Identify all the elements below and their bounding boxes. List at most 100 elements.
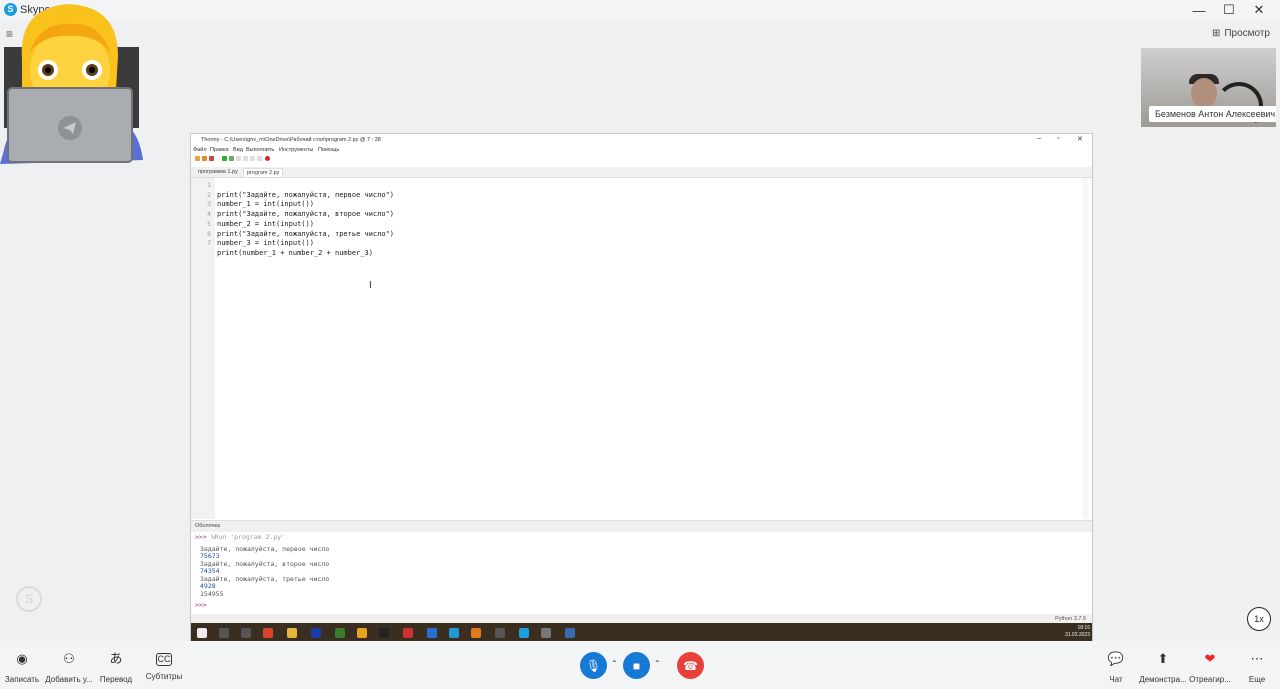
microphone-icon: 🎙 <box>585 658 602 673</box>
stop-icon <box>265 156 271 161</box>
folder-icon <box>287 628 297 638</box>
start-icon <box>197 628 207 638</box>
menu-tools: Инструменты <box>279 147 314 153</box>
resume-icon <box>256 156 262 161</box>
playback-speed[interactable]: 1x <box>1247 607 1271 631</box>
shell-final-prompt: >>> <box>195 601 207 609</box>
code-editor: 1234567 print("Задайте, пожалуйста, перв… <box>191 178 1092 519</box>
step-over-icon <box>235 156 241 161</box>
code-line: print("Задайте, пожалуйста, второе число… <box>217 210 395 219</box>
code-line: print(number_1 + number_2 + number_3) <box>217 248 373 257</box>
shared-screen-thonny: Thonny - C:\Users\gnv_m\OneDrive\Рабочий… <box>190 133 1093 643</box>
captions-icon: CC <box>156 653 172 666</box>
python-version: Python 3.7.9 <box>1055 616 1086 622</box>
thonny-minimize-icon: – <box>1037 135 1041 142</box>
search-icon <box>219 628 229 638</box>
tab-program-1: программа 1.py <box>198 169 238 175</box>
remote-participant-video[interactable]: Безменов Антон Алексеевич <box>1141 48 1276 127</box>
mic-options-chevron-icon[interactable]: ⌃ <box>611 659 618 668</box>
hang-up-button[interactable]: ☎ <box>677 652 704 679</box>
code-lines: print("Задайте, пожалуйста, первое число… <box>217 181 394 278</box>
shell-line: 75673 <box>200 552 220 560</box>
thonny-title: Thonny - C:\Users\gnv_m\OneDrive\Рабочий… <box>201 137 381 143</box>
open-file-icon <box>202 156 207 161</box>
app-icon <box>403 628 413 638</box>
run-icon <box>221 156 227 161</box>
thonny-editor-tabs: программа 1.py program 2.py <box>191 167 1092 178</box>
shell-line: 74354 <box>200 567 220 575</box>
windows-taskbar: 18:16 31.03.2023 <box>191 623 1092 642</box>
shell-line: Задайте, пожалуйста, второе число <box>200 559 330 568</box>
shell-run-line: >>> %Run 'program 2.py' <box>195 533 286 541</box>
close-button[interactable]: ✕ <box>1244 0 1274 20</box>
shell-line: 4928 <box>200 582 216 590</box>
skype-titlebar: S Skype — ☐ ✕ <box>0 0 1280 20</box>
grid-icon: ⊞ <box>1211 28 1221 39</box>
taskbar-clock: 18:16 31.03.2023 <box>1065 625 1090 639</box>
preview-button[interactable]: ⊞ Просмотр <box>1212 28 1270 39</box>
thonny-toolbar <box>195 156 272 164</box>
menu-edit: Правка <box>210 147 229 153</box>
emoji-avatar-icon <box>0 4 143 164</box>
code-line: print("Задайте, пожалуйста, третье число… <box>217 229 395 238</box>
thonny-statusbar: Python 3.7.9 <box>191 614 1092 623</box>
app-icon <box>357 628 367 638</box>
skype-watermark-icon: S <box>16 586 42 612</box>
clock-date: 31.03.2023 <box>1064 632 1090 638</box>
shell-output: >>> %Run 'program 2.py' Задайте, пожалуй… <box>191 532 1092 614</box>
code-line: print("Задайте, пожалуйста, первое число… <box>217 190 395 199</box>
mic-button[interactable]: 🎙 <box>580 652 607 679</box>
app-icon <box>311 628 321 638</box>
thonny-menubar: Файл Правка Вид Выполнить Инструменты По… <box>191 146 1092 155</box>
code-line: number_3 = int(input()) <box>217 239 314 248</box>
shell-line: Задайте, пожалуйста, третье число <box>200 574 330 583</box>
skype-taskbar-icon <box>519 628 529 638</box>
thonny-restore-icon: ▫ <box>1057 135 1060 142</box>
shell-lines: Задайте, пожалуйста, первое число 75673 За… <box>191 544 1092 599</box>
menu-run: Выполнить <box>246 147 275 153</box>
participant-name: Безменов Антон Алексеевич <box>1149 106 1276 122</box>
window-controls: — ☐ ✕ <box>1184 0 1274 20</box>
tab-program-2: program 2.py <box>243 168 284 177</box>
call-controls-bar: ◉ Записать ⚇ Добавить у... あ Перевод CC … <box>0 641 1280 689</box>
code-line: number_2 = int(input()) <box>217 219 314 228</box>
edge-icon <box>449 628 459 638</box>
captions-button[interactable]: CC Субтитры <box>134 649 194 681</box>
camera-icon: ■ <box>632 658 641 673</box>
task-view-icon <box>241 628 251 638</box>
step-out-icon <box>249 156 255 161</box>
app-icon <box>565 628 575 638</box>
shell-line: Задайте, пожалуйста, первое число <box>200 544 330 553</box>
text-cursor-icon: I <box>369 280 372 291</box>
mail-icon <box>427 628 437 638</box>
video-options-chevron-icon[interactable]: ⌃ <box>654 659 661 668</box>
new-file-icon <box>195 156 200 161</box>
maximize-button[interactable]: ☐ <box>1214 0 1244 20</box>
minimize-button[interactable]: — <box>1184 0 1214 20</box>
debug-icon <box>228 156 234 161</box>
more-button[interactable]: ⋯ Еще <box>1227 649 1280 684</box>
app-icon <box>471 628 481 638</box>
menu-view: Вид <box>233 147 243 153</box>
app-icon <box>379 628 389 638</box>
hang-up-icon: ☎ <box>683 658 698 673</box>
more-icon: ⋯ <box>1250 651 1264 666</box>
app-icon <box>263 628 273 638</box>
shell-tab: Оболочка <box>195 523 221 529</box>
thonny-taskbar-icon <box>541 628 551 638</box>
line-numbers: 1234567 <box>207 181 211 248</box>
step-into-icon <box>242 156 248 161</box>
menu-file: Файл <box>193 147 207 153</box>
shell-line: 154955 <box>200 589 224 598</box>
code-line: number_1 = int(input()) <box>217 200 314 209</box>
video-button[interactable]: ■ <box>623 652 650 679</box>
minecraft-icon <box>335 628 345 638</box>
participant-head <box>1191 78 1217 108</box>
thonny-close-icon: ✕ <box>1077 136 1083 143</box>
shell-tabs: Оболочка <box>191 520 1092 532</box>
menu-help: Помощь <box>318 147 340 153</box>
save-file-icon <box>209 156 214 161</box>
app-icon <box>495 628 505 638</box>
editor-scrollbar <box>1082 178 1088 519</box>
clock-time: 18:16 <box>1077 625 1090 631</box>
